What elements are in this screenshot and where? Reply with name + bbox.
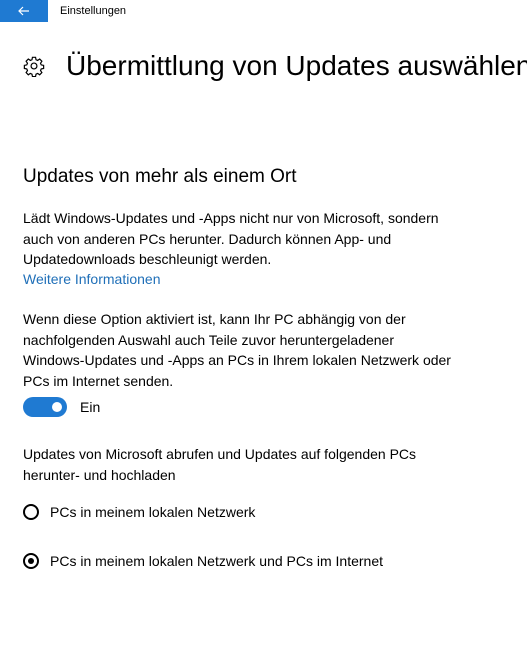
radio-label: PCs in meinem lokalen Netzwerk: [50, 504, 256, 520]
page-title: Übermittlung von Updates auswählen: [66, 50, 527, 81]
radio-option-local-network[interactable]: PCs in meinem lokalen Netzwerk: [23, 502, 255, 522]
choice-description: Updates von Microsoft abrufen und Update…: [23, 446, 417, 483]
title-bar: Einstellungen: [0, 0, 527, 22]
radio-button-selected[interactable]: [23, 553, 39, 569]
radio-button[interactable]: [23, 504, 39, 520]
arrow-left-icon: [18, 6, 30, 16]
more-info-link[interactable]: Weitere Informationen: [23, 269, 160, 289]
window-title: Einstellungen: [60, 5, 127, 17]
radio-option-local-and-internet[interactable]: PCs in meinem lokalen Netzwerk und PCs i…: [23, 551, 383, 571]
delivery-toggle[interactable]: [23, 397, 67, 417]
back-button[interactable]: [0, 0, 48, 22]
section-description: Lädt Windows-Updates und -Apps nicht nur…: [23, 210, 439, 267]
radio-label: PCs in meinem lokalen Netzwerk und PCs i…: [50, 553, 384, 569]
page-header: Übermittlung von Updates auswählen: [22, 46, 527, 86]
section-title: Updates von mehr als einem Ort: [23, 166, 297, 187]
toggle-label: Ein: [80, 399, 101, 415]
gear-icon: [22, 54, 46, 78]
option-description: Wenn diese Option aktiviert ist, kann Ih…: [23, 311, 451, 389]
radio-selected-dot: [28, 558, 34, 564]
toggle-row: Ein: [23, 397, 100, 417]
toggle-knob: [52, 402, 62, 412]
